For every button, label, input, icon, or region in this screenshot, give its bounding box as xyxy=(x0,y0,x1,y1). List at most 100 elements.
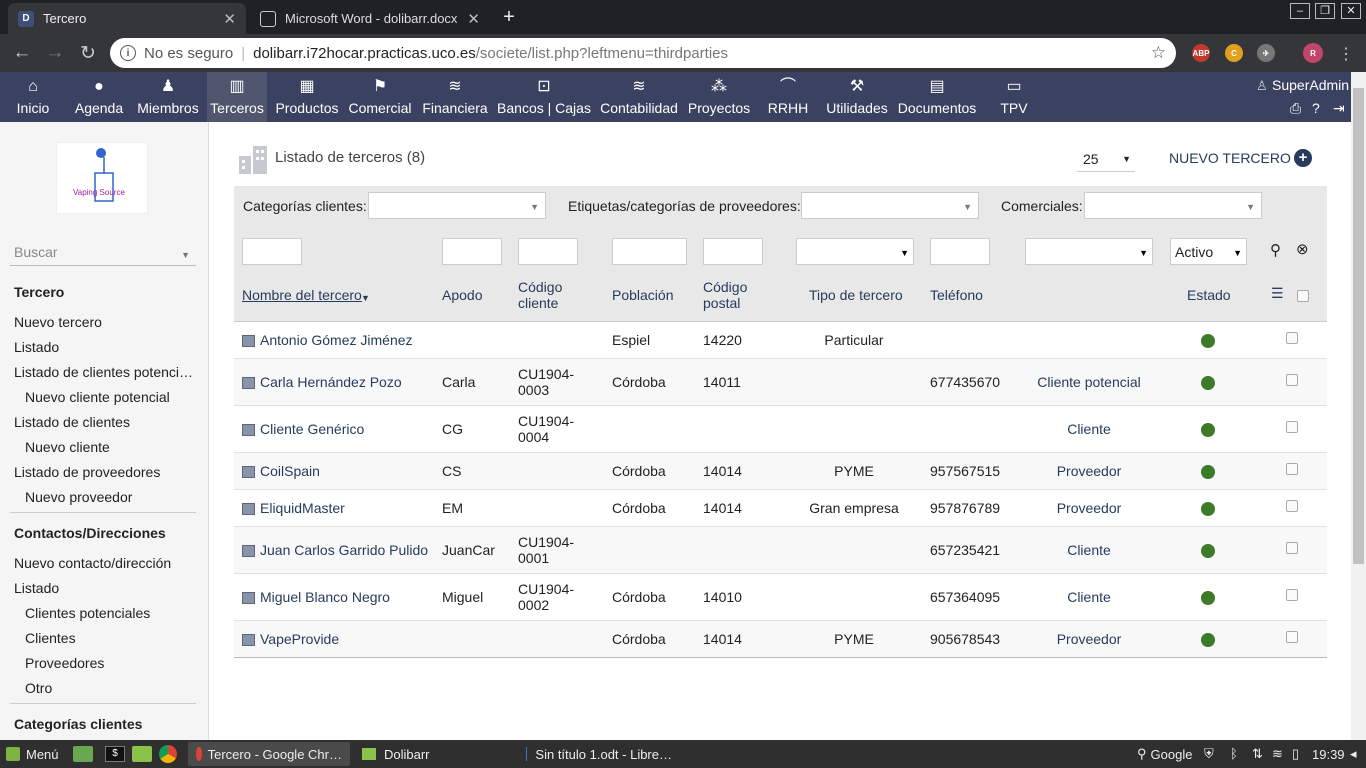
profile-avatar[interactable]: R xyxy=(1303,43,1323,63)
row-nature[interactable]: Proveedor xyxy=(1025,500,1153,516)
col-code-header[interactable]: Código cliente xyxy=(518,279,588,311)
sidebar-item-listado[interactable]: Listado xyxy=(14,339,59,355)
row-checkbox[interactable] xyxy=(1286,332,1298,344)
sales-rep-select[interactable]: ▼ xyxy=(1084,192,1262,219)
menu-contabilidad[interactable]: ≋ Contabilidad xyxy=(598,72,680,122)
sidebar-item-nuevo-cliente-potencial[interactable]: Nuevo cliente potencial xyxy=(25,389,170,405)
menu-rrhh[interactable]: ⌒ RRHH xyxy=(765,72,811,122)
sidebar-item-clientes[interactable]: Clientes xyxy=(25,630,76,646)
row-checkbox[interactable] xyxy=(1286,631,1298,643)
minimize-window-button[interactable]: – xyxy=(1290,3,1310,19)
col-alias-header[interactable]: Apodo xyxy=(442,287,482,303)
row-name[interactable]: VapeProvide xyxy=(260,631,339,647)
filter-status-select[interactable]: Activo ▼ xyxy=(1170,238,1247,265)
clear-filter-icon[interactable]: ⊗ xyxy=(1296,240,1309,258)
tab-tercero[interactable]: D Tercero ✕ xyxy=(8,3,246,34)
menu-proyectos[interactable]: ⁂ Proyectos xyxy=(686,72,752,122)
row-name[interactable]: Antonio Gómez Jiménez xyxy=(260,332,413,348)
user-name[interactable]: SuperAdmin xyxy=(1272,77,1349,93)
taskbar-window-chrome[interactable]: Tercero - Google Chr… xyxy=(188,742,350,766)
row-name[interactable]: Carla Hernández Pozo xyxy=(260,374,402,390)
row-checkbox[interactable] xyxy=(1286,374,1298,386)
menu-comercial[interactable]: ⚑ Comercial xyxy=(347,72,413,122)
extension-icon[interactable]: C xyxy=(1225,44,1243,62)
row-nature[interactable]: Cliente xyxy=(1025,421,1153,437)
sidebar-heading-contactos[interactable]: Contactos/Direcciones xyxy=(14,525,166,541)
menu-utilidades[interactable]: ⚒ Utilidades xyxy=(825,72,889,122)
restore-window-button[interactable]: ❐ xyxy=(1315,3,1335,19)
help-icon[interactable]: ? xyxy=(1312,100,1320,116)
row-nature[interactable]: Proveedor xyxy=(1025,631,1153,647)
cat-suppliers-select[interactable]: ▼ xyxy=(801,192,979,219)
row-checkbox[interactable] xyxy=(1286,542,1298,554)
chrome-icon[interactable] xyxy=(159,745,177,763)
clock[interactable]: 19:39 xyxy=(1312,747,1345,762)
extension-icon[interactable]: ✈ xyxy=(1257,44,1275,62)
sidebar-item-proveedores[interactable]: Proveedores xyxy=(25,655,104,671)
menu-terceros[interactable]: ▥ Terceros xyxy=(207,72,267,122)
address-bar[interactable]: i No es seguro | dolibarr.i72hocar.pract… xyxy=(110,38,1176,68)
taskbar-search[interactable]: ⚲ Google xyxy=(1137,740,1192,768)
shield-icon[interactable]: ⛨ xyxy=(1204,746,1214,762)
taskbar-window-dolibarr[interactable]: Dolibarr xyxy=(354,742,514,766)
filter-alias-input[interactable] xyxy=(442,238,502,265)
row-name[interactable]: Juan Carlos Garrido Pulido xyxy=(260,542,428,558)
files-icon[interactable] xyxy=(132,746,152,762)
filter-town-input[interactable] xyxy=(612,238,687,265)
menu-productos[interactable]: ▦ Productos xyxy=(272,72,342,122)
adblock-extension-icon[interactable]: ABP xyxy=(1192,44,1210,62)
wifi-icon[interactable]: ≋ xyxy=(1272,746,1283,762)
sort-desc-icon[interactable]: ▼ xyxy=(361,290,370,306)
filter-phone-input[interactable] xyxy=(930,238,990,265)
row-name[interactable]: EliquidMaster xyxy=(260,500,345,516)
sidebar-item-listado-contactos[interactable]: Listado xyxy=(14,580,59,596)
filter-zip-input[interactable] xyxy=(703,238,763,265)
search-select[interactable]: Buscar ▼ xyxy=(10,244,196,266)
sidebar-item-otro[interactable]: Otro xyxy=(25,680,52,696)
row-nature[interactable]: Cliente xyxy=(1025,542,1153,558)
filter-type-select[interactable]: ▼ xyxy=(796,238,914,265)
search-icon[interactable]: ⚲ xyxy=(1270,241,1281,259)
bookmark-star-icon[interactable]: ☆ xyxy=(1151,43,1166,63)
col-type-header[interactable]: Tipo de tercero xyxy=(809,287,903,303)
print-icon[interactable]: ⎙ xyxy=(1290,100,1301,117)
sidebar-item-clientes-potenciales[interactable]: Clientes potenciales xyxy=(25,605,150,621)
menu-documentos[interactable]: ▤ Documentos xyxy=(897,72,977,122)
battery-icon[interactable]: ▯ xyxy=(1292,746,1299,762)
menu-inicio[interactable]: ⌂ Inicio xyxy=(8,72,58,122)
col-status-header[interactable]: Estado xyxy=(1187,287,1231,303)
scrollbar-thumb[interactable] xyxy=(1353,88,1364,564)
col-zip-header[interactable]: Código postal xyxy=(703,279,763,311)
menu-tpv[interactable]: ▭ TPV xyxy=(996,72,1032,122)
sidebar-item-nuevo-tercero[interactable]: Nuevo tercero xyxy=(14,314,102,330)
new-tab-button[interactable]: + xyxy=(496,6,522,28)
menu-bancos[interactable]: ⊡ Bancos | Cajas xyxy=(497,72,591,122)
row-name[interactable]: CoilSpain xyxy=(260,463,320,479)
bluetooth-icon[interactable]: ᛒ xyxy=(1230,746,1238,761)
sidebar-item-listado-clientes[interactable]: Listado de clientes xyxy=(14,414,130,430)
list-columns-icon[interactable]: ☰ xyxy=(1271,285,1284,301)
forward-icon[interactable]: → xyxy=(41,39,69,67)
sidebar-item-nuevo-proveedor[interactable]: Nuevo proveedor xyxy=(25,489,132,505)
terminal-icon[interactable]: $ xyxy=(105,746,125,762)
sidebar-heading-categorias-clientes[interactable]: Categorías clientes xyxy=(14,716,142,732)
sidebar-heading-tercero[interactable]: Tercero xyxy=(14,284,64,300)
row-name[interactable]: Miguel Blanco Negro xyxy=(260,589,390,605)
menu-agenda[interactable]: ● Agenda xyxy=(70,72,128,122)
sidebar-item-listado-clientes-potenciales[interactable]: Listado de clientes potenci… xyxy=(14,364,193,380)
tab-word-doc[interactable]: Microsoft Word - dolibarr.docx ✕ xyxy=(250,3,490,34)
row-checkbox[interactable] xyxy=(1286,421,1298,433)
row-checkbox[interactable] xyxy=(1286,463,1298,475)
row-checkbox[interactable] xyxy=(1286,500,1298,512)
sidebar-item-listado-proveedores[interactable]: Listado de proveedores xyxy=(14,464,160,480)
logout-icon[interactable]: ⇥ xyxy=(1333,100,1345,117)
col-phone-header[interactable]: Teléfono xyxy=(930,287,983,303)
add-circle-icon[interactable]: + xyxy=(1294,149,1312,167)
filter-code-input[interactable] xyxy=(518,238,578,265)
menu-financiera[interactable]: ≋ Financiera xyxy=(420,72,490,122)
filter-nature-select[interactable]: ▼ xyxy=(1025,238,1153,265)
volume-icon[interactable]: ◂ xyxy=(1350,746,1357,762)
close-window-button[interactable]: ✕ xyxy=(1341,3,1361,19)
taskbar-window-writer[interactable]: Sin título 1.odt - Libre… xyxy=(518,742,680,766)
reload-icon[interactable]: ↻ xyxy=(74,39,102,67)
